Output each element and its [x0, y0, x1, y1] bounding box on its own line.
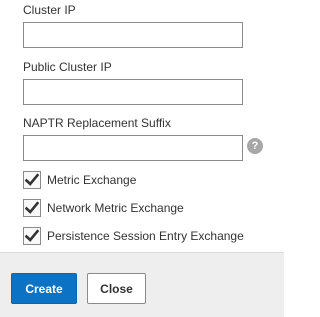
dialog-footer: Create Close [0, 252, 284, 317]
network-metric-exchange-checkbox[interactable] [23, 199, 41, 217]
public-cluster-ip-input[interactable] [23, 79, 243, 105]
form-area: Cluster IP Public Cluster IP NAPTR Repla… [0, 0, 284, 252]
close-button[interactable]: Close [87, 273, 146, 304]
create-button[interactable]: Create [11, 273, 77, 304]
network-metric-exchange-row[interactable]: Network Metric Exchange [23, 198, 184, 218]
naptr-suffix-input[interactable] [23, 135, 243, 161]
help-icon[interactable]: ? [247, 138, 263, 154]
metric-exchange-checkbox[interactable] [23, 171, 41, 189]
metric-exchange-label: Metric Exchange [47, 173, 137, 187]
persistence-session-entry-exchange-checkbox[interactable] [23, 227, 41, 245]
checkmark-icon [25, 201, 39, 214]
persistence-session-entry-exchange-row[interactable]: Persistence Session Entry Exchange [23, 226, 244, 246]
dialog-panel: Cluster IP Public Cluster IP NAPTR Repla… [0, 0, 284, 317]
checkmark-icon [25, 173, 39, 186]
metric-exchange-row[interactable]: Metric Exchange [23, 170, 136, 190]
cluster-ip-label: Cluster IP [23, 3, 76, 17]
checkmark-icon [25, 229, 39, 242]
public-cluster-ip-label: Public Cluster IP [23, 60, 112, 74]
network-metric-exchange-label: Network Metric Exchange [47, 201, 184, 215]
naptr-suffix-label: NAPTR Replacement Suffix [23, 116, 171, 130]
persistence-session-entry-exchange-label: Persistence Session Entry Exchange [47, 229, 244, 243]
cluster-ip-input[interactable] [23, 22, 243, 48]
